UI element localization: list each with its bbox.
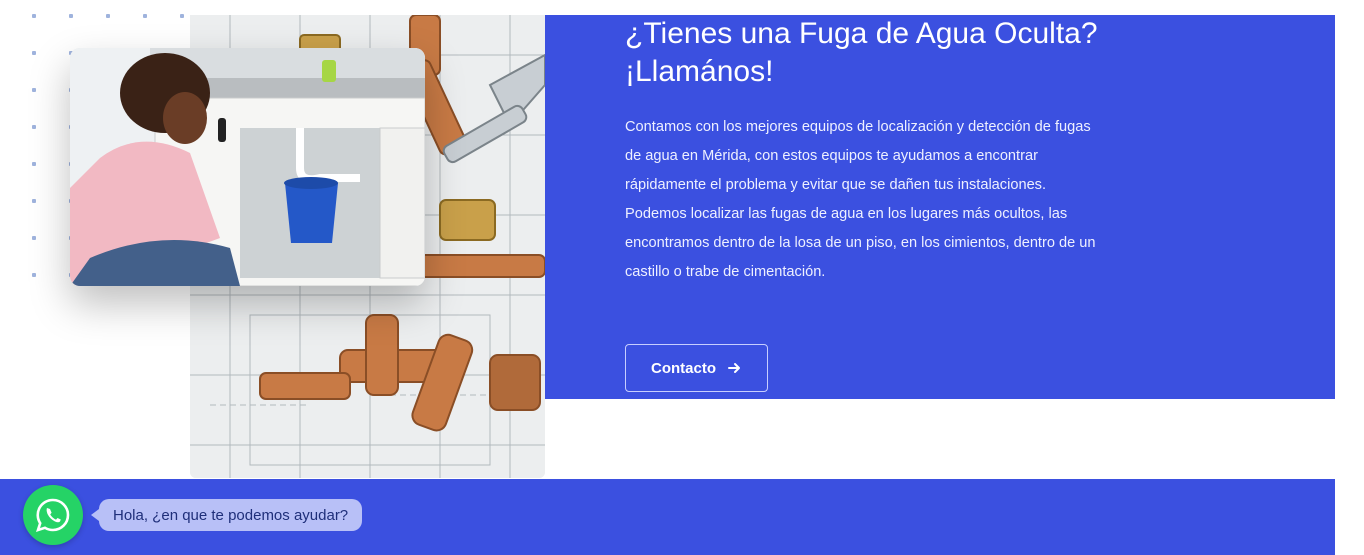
description-line: rápidamente el problema y evitar que se … <box>625 177 1047 193</box>
description-line: encontramos dentro de la losa de un piso… <box>625 235 1096 251</box>
arrow-right-icon <box>728 363 740 373</box>
decorative-dot <box>32 273 36 277</box>
description-line: de agua en Mérida, con estos equipos te … <box>625 148 1038 164</box>
decorative-dot <box>180 14 184 18</box>
decorative-dot <box>32 199 36 203</box>
woman-sink-photo <box>70 48 425 286</box>
contact-button[interactable]: Contacto <box>625 344 768 392</box>
decorative-dot <box>69 14 73 18</box>
decorative-dot <box>32 88 36 92</box>
whatsapp-chat-bubble[interactable]: Hola, ¿en que te podemos ayudar? <box>90 499 363 531</box>
whatsapp-icon <box>35 498 70 532</box>
content-panel: ¿Tienes una Fuga de Agua Oculta? ¡Llamán… <box>545 15 1335 399</box>
heading-line-1: ¿Tienes una Fuga de Agua Oculta? <box>625 17 1098 50</box>
decorative-dot <box>32 14 36 18</box>
decorative-dot <box>32 162 36 166</box>
decorative-dot <box>32 236 36 240</box>
section-heading: ¿Tienes una Fuga de Agua Oculta? ¡Llamán… <box>625 15 1165 91</box>
heading-line-2: ¡Llamános! <box>625 55 774 88</box>
description-line: castillo o trabe de cimentación. <box>625 264 826 280</box>
decorative-dot <box>106 14 110 18</box>
woman-sink-illustration <box>70 48 425 286</box>
description-line: Contamos con los mejores equipos de loca… <box>625 119 1091 135</box>
whatsapp-button[interactable] <box>23 485 83 545</box>
decorative-dot <box>32 125 36 129</box>
contact-button-label: Contacto <box>651 359 716 377</box>
description-line: Podemos localizar las fugas de agua en l… <box>625 206 1068 222</box>
whatsapp-bubble-text: Hola, ¿en que te podemos ayudar? <box>113 506 349 524</box>
decorative-dot <box>143 14 147 18</box>
section-description: Contamos con los mejores equipos de loca… <box>625 113 1165 287</box>
decorative-dot <box>32 51 36 55</box>
